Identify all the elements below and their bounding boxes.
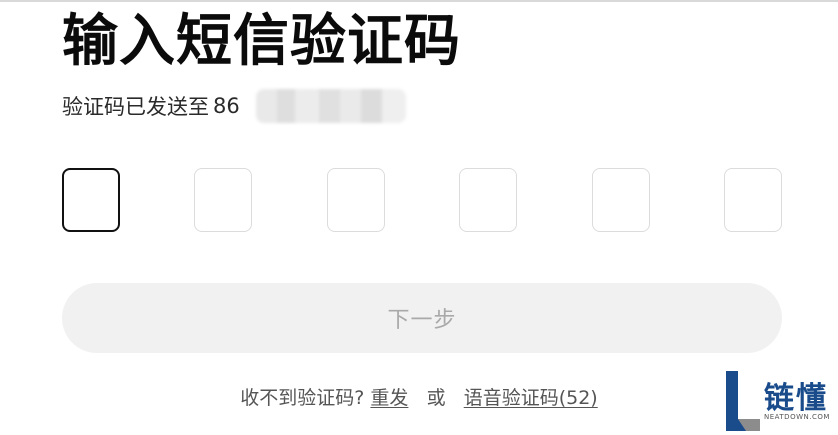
page-title: 输入短信验证码 (62, 9, 461, 74)
code-digit-5[interactable] (591, 168, 650, 232)
sent-to-text: 验证码已发送至 86 (62, 88, 406, 124)
sent-to-prefix: 验证码已发送至 (62, 95, 209, 119)
code-digit-1[interactable] (62, 168, 120, 232)
site-watermark: 链懂 NEATDOWN.COM (724, 369, 834, 433)
or-text: 或 (426, 387, 446, 409)
code-input-row (62, 168, 782, 232)
voice-code-link[interactable]: 语音验证码(52) (464, 387, 598, 409)
code-digit-2[interactable] (194, 168, 253, 232)
country-code: 86 (213, 94, 240, 118)
resend-prompt: 收不到验证码? (240, 387, 365, 409)
code-digit-6[interactable] (723, 168, 782, 232)
code-digit-3[interactable] (326, 168, 385, 232)
masked-phone-number (255, 89, 406, 123)
watermark-domain: NEATDOWN.COM (764, 413, 830, 421)
resend-row: 收不到验证码? 重发 或 语音验证码(52) (0, 383, 838, 410)
top-divider (0, 0, 838, 2)
next-step-button[interactable]: 下一步 (62, 283, 782, 353)
L-logo-icon (726, 371, 760, 431)
code-digit-4[interactable] (459, 168, 518, 232)
watermark-text: 链懂 (764, 381, 828, 416)
resend-link[interactable]: 重发 (370, 387, 408, 409)
